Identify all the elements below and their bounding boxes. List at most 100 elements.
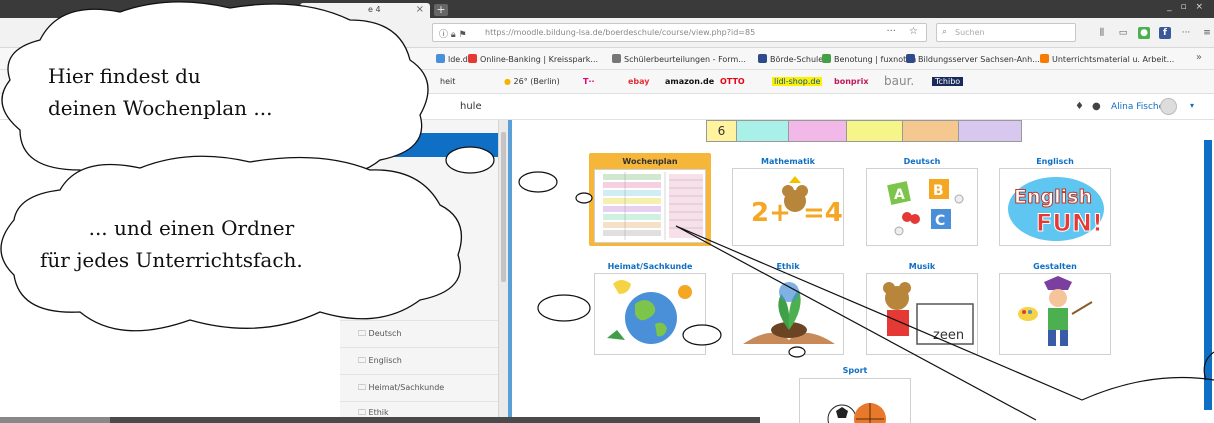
tchibo-link[interactable]: Tchibo bbox=[932, 77, 964, 86]
color-cell bbox=[959, 121, 1021, 141]
sidebar-scroll-thumb[interactable] bbox=[501, 132, 506, 282]
color-cell bbox=[737, 121, 789, 141]
cloud-2-text: ... und einen Ordner für jedes Unterrich… bbox=[40, 216, 303, 272]
tile-mathematik[interactable]: Mathematik 2+ =4 bbox=[727, 153, 849, 248]
amazon-link[interactable]: amazon.de bbox=[665, 77, 714, 86]
plant-in-hands-icon bbox=[732, 273, 844, 355]
tile-wochenplan[interactable]: Wochenplan bbox=[589, 153, 711, 246]
taskbar-start[interactable] bbox=[0, 417, 110, 423]
hamburger-menu-icon[interactable]: ≡ bbox=[1201, 27, 1213, 39]
window-controls[interactable]: _ ▫ × bbox=[1167, 2, 1206, 12]
page-scrollbar[interactable] bbox=[1196, 120, 1214, 423]
bell-icon[interactable]: ♦ bbox=[1075, 101, 1084, 112]
facebook-icon[interactable]: f bbox=[1159, 27, 1171, 39]
color-cell bbox=[789, 121, 847, 141]
painting-kid-icon bbox=[999, 273, 1111, 355]
lidl-link[interactable]: lidl-shop.de bbox=[772, 77, 823, 86]
url-text[interactable]: https://moodle.bildung-lsa.de/boerdeschu… bbox=[485, 28, 755, 37]
tile-englisch[interactable]: Englisch English FUN! bbox=[994, 153, 1116, 248]
folder-icon: 🗀︎ bbox=[358, 383, 366, 392]
sports-balls-icon bbox=[799, 378, 911, 423]
sidebar-divider bbox=[340, 374, 500, 375]
week-color-strip: 6 bbox=[706, 120, 1022, 142]
tile-ethik[interactable]: Ethik bbox=[727, 258, 849, 356]
svg-text:=4: =4 bbox=[803, 198, 843, 228]
tile-heimat-sachkunde[interactable]: Heimat/Sachkunde bbox=[589, 258, 711, 356]
lock-icon: ⓘ 🔒︎ ⚑ bbox=[439, 30, 467, 40]
page-scroll-thumb[interactable] bbox=[1204, 140, 1212, 410]
page-actions-icon[interactable]: ··· bbox=[886, 26, 896, 37]
svg-text:C: C bbox=[935, 213, 945, 229]
sidebar-scrollbar[interactable] bbox=[498, 120, 508, 423]
tile-deutsch[interactable]: Deutsch A B C bbox=[861, 153, 983, 248]
bookmarks-overflow-icon[interactable]: » bbox=[1196, 52, 1202, 63]
bookmark-favicon-icon bbox=[906, 54, 915, 63]
content-border bbox=[508, 120, 512, 423]
globe-icon bbox=[594, 273, 706, 355]
cloud-1-text: Hier findest du deinen Wochenplan ... bbox=[48, 64, 272, 120]
folder-icon: 🗀︎ bbox=[358, 408, 366, 417]
week-plan-table-image bbox=[594, 169, 706, 243]
sidebar-item-deutsch[interactable]: 🗀︎ Deutsch bbox=[358, 328, 498, 348]
new-tab-button[interactable]: + bbox=[434, 4, 448, 16]
tile-gestalten[interactable]: Gestalten bbox=[994, 258, 1116, 356]
site-name[interactable]: hule bbox=[460, 101, 482, 112]
taskbar bbox=[0, 417, 760, 423]
library-icon[interactable]: ⫼ bbox=[1096, 27, 1108, 39]
overflow-menu-icon[interactable]: ··· bbox=[1180, 27, 1192, 39]
color-cell bbox=[847, 121, 903, 141]
sync-icon[interactable]: ▭ bbox=[1117, 27, 1129, 39]
baur-link[interactable]: baur. bbox=[884, 74, 914, 88]
bonprix-link[interactable]: bonprix bbox=[834, 77, 869, 86]
ebay-link[interactable]: ebay bbox=[628, 77, 650, 86]
avatar[interactable] bbox=[1160, 98, 1177, 115]
url-bar[interactable]: ⓘ 🔒︎ ⚑ https://moodle.bildung-lsa.de/boe… bbox=[432, 23, 927, 42]
bookmark-star-icon[interactable]: ☆ bbox=[909, 26, 918, 37]
tile-musik[interactable]: Musik zeen bbox=[861, 258, 983, 356]
tile-title: Ethik bbox=[776, 262, 800, 271]
bookmark-item[interactable]: Unterrichtsmaterial u. Arbeit... bbox=[1040, 54, 1174, 64]
sidebar-divider bbox=[340, 320, 500, 321]
bookmark-item[interactable]: Online-Banking | Kreisspark... bbox=[468, 54, 598, 64]
bookmark-favicon-icon bbox=[436, 54, 445, 63]
sidebar-divider bbox=[340, 401, 500, 402]
thought-bubble bbox=[518, 171, 558, 193]
otto-link[interactable]: OTTO bbox=[720, 77, 745, 86]
extension-icon[interactable]: ● bbox=[1138, 27, 1150, 39]
bookmark-favicon-icon bbox=[758, 54, 767, 63]
sidebar-divider bbox=[340, 347, 500, 348]
tile-title: Englisch bbox=[1036, 157, 1074, 166]
chat-icon[interactable]: ● bbox=[1092, 101, 1101, 112]
search-input[interactable]: ⌕ Suchen bbox=[936, 23, 1076, 42]
tile-title: Heimat/Sachkunde bbox=[607, 262, 693, 271]
bookmark-item[interactable]: Börde-Schule bbox=[758, 54, 823, 64]
cloud-1-line: Hier findest du bbox=[48, 64, 201, 88]
bookmark-favicon-icon bbox=[1040, 54, 1049, 63]
weather-widget[interactable]: ● 26° (Berlin) bbox=[504, 77, 560, 86]
toolbar-item[interactable]: heit bbox=[440, 77, 455, 86]
tab-title: e 4 bbox=[368, 5, 381, 14]
bookmark-favicon-icon bbox=[468, 54, 477, 63]
music-mouse-icon: zeen bbox=[866, 273, 978, 355]
close-tab-icon[interactable]: × bbox=[416, 4, 424, 15]
course-sidebar bbox=[340, 120, 500, 423]
folder-icon: 🗀︎ bbox=[358, 329, 366, 338]
cloud-2-line: ... und einen Ordner bbox=[88, 216, 295, 240]
english-fun-logo-icon: English FUN! bbox=[999, 168, 1111, 246]
sidebar-item-active[interactable]: 4 bbox=[340, 133, 500, 157]
tile-sport[interactable]: Sport bbox=[794, 366, 916, 423]
sun-icon: ● bbox=[504, 77, 511, 86]
sidebar-item-heimat[interactable]: 🗀︎ Heimat/Sachkunde bbox=[358, 382, 498, 402]
thought-bubble bbox=[537, 294, 591, 322]
svg-text:FUN!: FUN! bbox=[1036, 209, 1103, 237]
bookmark-item[interactable]: Schülerbeurteilungen - Form... bbox=[612, 54, 746, 64]
search-placeholder: Suchen bbox=[955, 28, 985, 37]
music-sign-text: zeen bbox=[933, 328, 965, 343]
bookmark-item[interactable]: Benotung | fuxnoten bbox=[822, 54, 916, 64]
telekom-link[interactable]: T·· bbox=[583, 77, 595, 86]
bookmark-item[interactable]: Bildungsserver Sachsen-Anh... bbox=[906, 54, 1040, 64]
svg-text:A: A bbox=[894, 187, 905, 203]
browser-tab[interactable]: e 4 × bbox=[300, 3, 430, 18]
sidebar-item-englisch[interactable]: 🗀︎ Englisch bbox=[358, 355, 498, 375]
chevron-down-icon[interactable]: ▾ bbox=[1190, 101, 1194, 110]
